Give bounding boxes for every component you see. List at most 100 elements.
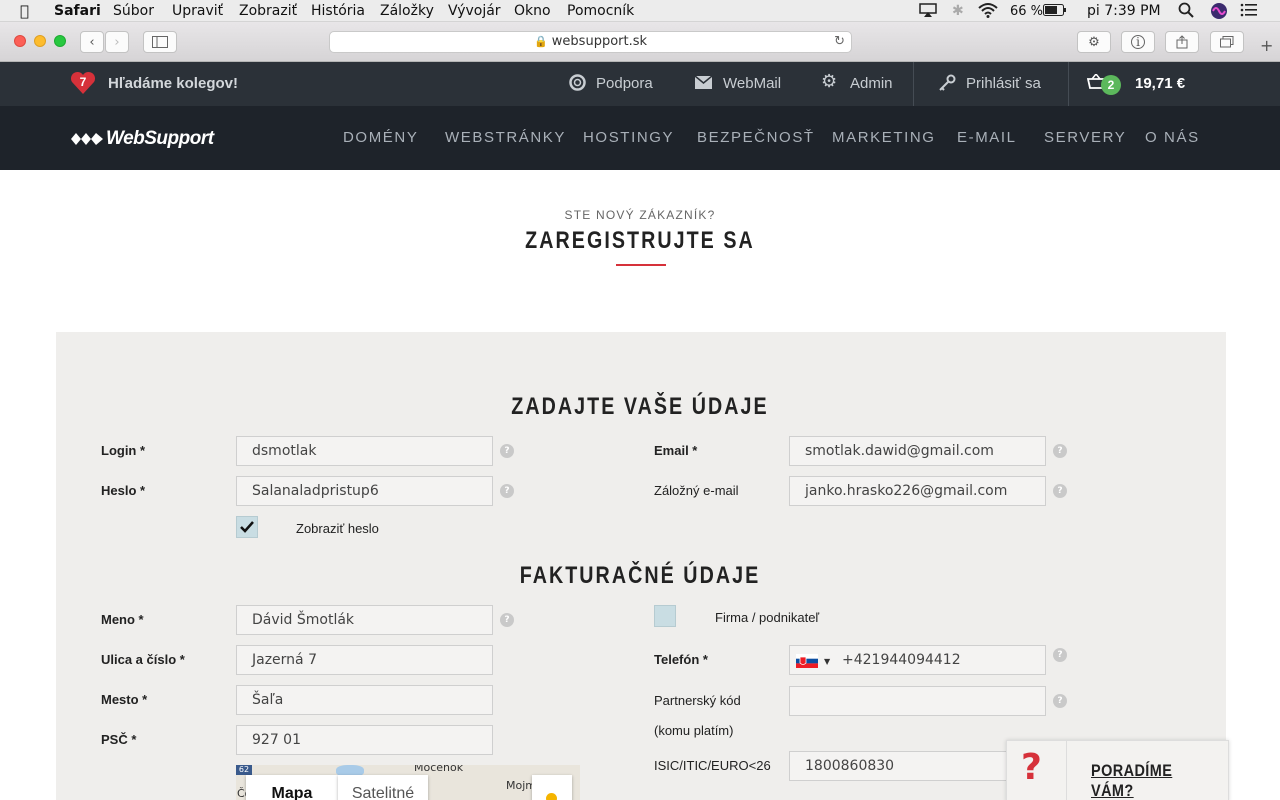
isic-label: ISIC/ITIC/EURO<26 bbox=[654, 758, 771, 773]
password-input[interactable]: Salanaladpristup6 bbox=[236, 476, 493, 506]
chevron-right-icon: › bbox=[114, 34, 120, 50]
menu-app-name[interactable]: Safari bbox=[54, 3, 101, 19]
websupport-logo[interactable]: WebSupport bbox=[70, 128, 214, 150]
backup-email-label: Záložný e-mail bbox=[654, 483, 739, 498]
backup-email-input[interactable]: janko.hrasko226@gmail.com bbox=[789, 476, 1046, 506]
menu-bookmarks[interactable]: Záložky bbox=[380, 3, 434, 19]
name-label: Meno * bbox=[101, 612, 144, 627]
nav-security[interactable]: BEZPEČNOSŤ bbox=[697, 129, 815, 146]
help-widget[interactable]: ? PORADÍME VÁM? bbox=[1006, 740, 1229, 800]
section-heading-billing: FAKTURAČNÉ ÚDAJE bbox=[519, 562, 761, 589]
nav-hosting[interactable]: HOSTINGY bbox=[583, 129, 674, 146]
logo-icon bbox=[71, 133, 103, 145]
nav-marketing[interactable]: MARKETING bbox=[832, 129, 936, 146]
map-pegman-button[interactable] bbox=[532, 775, 572, 800]
reload-icon[interactable]: ↻ bbox=[834, 32, 845, 52]
login-label: Login * bbox=[101, 443, 146, 458]
airplay-icon[interactable] bbox=[918, 2, 938, 22]
partner-code-sublabel: (komu platím) bbox=[654, 723, 734, 738]
help-icon[interactable]: ? bbox=[500, 444, 514, 458]
location-map[interactable]: 62 Čo Močenok Mojm Mapa Satelitné bbox=[236, 765, 580, 800]
street-label: Ulica a číslo * bbox=[101, 652, 185, 667]
company-label[interactable]: Firma / podnikateľ bbox=[715, 610, 819, 625]
extensions-button[interactable]: ⚙ bbox=[1077, 31, 1111, 53]
help-icon[interactable]: ? bbox=[1053, 694, 1067, 708]
divider bbox=[913, 62, 914, 106]
page-title: ZAREGISTRUJTE SA bbox=[525, 227, 755, 254]
bluetooth-icon[interactable]: ✱ bbox=[952, 3, 964, 19]
password-label: Heslo * bbox=[101, 483, 146, 498]
back-button[interactable]: ‹ bbox=[80, 31, 104, 53]
info-button[interactable]: i bbox=[1121, 31, 1155, 53]
company-checkbox[interactable] bbox=[654, 605, 676, 627]
show-password-checkbox[interactable] bbox=[236, 516, 258, 538]
lifebuoy-icon bbox=[569, 74, 586, 95]
share-icon bbox=[1176, 35, 1188, 49]
help-icon[interactable]: ? bbox=[500, 613, 514, 627]
admin-link[interactable]: Admin bbox=[850, 75, 893, 92]
spotlight-search-icon[interactable] bbox=[1178, 2, 1194, 22]
jobs-heart-badge[interactable]: 7 bbox=[70, 70, 96, 96]
minimize-window-button[interactable] bbox=[34, 35, 46, 47]
address-bar[interactable]: 🔒 websupport.sk ↻ bbox=[329, 31, 852, 53]
help-icon[interactable]: ? bbox=[1053, 648, 1067, 662]
pegman-icon bbox=[546, 793, 557, 800]
battery-icon[interactable] bbox=[1043, 4, 1067, 20]
close-window-button[interactable] bbox=[14, 35, 26, 47]
menu-help[interactable]: Pomocník bbox=[567, 3, 634, 19]
help-icon[interactable]: ? bbox=[1053, 444, 1067, 458]
title-underline bbox=[616, 264, 666, 266]
notification-center-icon[interactable] bbox=[1240, 2, 1258, 22]
jobs-link[interactable]: Hľadáme kolegov! bbox=[108, 75, 238, 92]
cart-count-badge: 2 bbox=[1101, 75, 1121, 95]
menu-file[interactable]: Súbor bbox=[113, 3, 154, 19]
nav-websites[interactable]: WEBSTRÁNKY bbox=[445, 129, 566, 146]
menu-develop[interactable]: Vývojár bbox=[448, 3, 501, 19]
map-tab-satellite[interactable]: Satelitné bbox=[338, 775, 428, 800]
tabs-overview-button[interactable] bbox=[1210, 31, 1244, 53]
webmail-link[interactable]: WebMail bbox=[723, 75, 781, 92]
partner-code-input[interactable] bbox=[789, 686, 1046, 716]
nav-about[interactable]: O NÁS bbox=[1145, 129, 1200, 146]
menu-edit[interactable]: Upraviť bbox=[172, 3, 223, 19]
partner-code-label: Partnerský kód bbox=[654, 693, 741, 708]
main-navigation: WebSupport DOMÉNY WEBSTRÁNKY HOSTINGY BE… bbox=[0, 106, 1280, 170]
wifi-icon[interactable] bbox=[978, 2, 998, 22]
help-widget-icon-box: ? bbox=[1007, 741, 1067, 800]
nav-domains[interactable]: DOMÉNY bbox=[343, 129, 418, 146]
street-input[interactable]: Jazerná 7 bbox=[236, 645, 493, 675]
help-widget-label[interactable]: PORADÍME VÁM? bbox=[1091, 761, 1207, 800]
section-heading-details: ZADAJTE VAŠE ÚDAJE bbox=[511, 393, 769, 420]
new-tab-icon[interactable]: + bbox=[1260, 36, 1273, 55]
help-icon[interactable]: ? bbox=[1053, 484, 1067, 498]
zip-input[interactable]: 927 01 bbox=[236, 725, 493, 755]
show-password-label[interactable]: Zobraziť heslo bbox=[296, 521, 379, 536]
country-code-select[interactable]: ▼ bbox=[796, 654, 836, 668]
map-tab-map[interactable]: Mapa bbox=[246, 775, 338, 800]
nav-servers[interactable]: SERVERY bbox=[1044, 129, 1126, 146]
menu-window[interactable]: Okno bbox=[514, 3, 551, 19]
nav-email[interactable]: E-MAIL bbox=[957, 129, 1017, 146]
zoom-window-button[interactable] bbox=[54, 35, 66, 47]
lock-icon: 🔒 bbox=[533, 35, 548, 48]
support-link[interactable]: Podpora bbox=[596, 75, 653, 92]
cart-total[interactable]: 19,71 € bbox=[1135, 75, 1185, 92]
menu-clock[interactable]: pi 7:39 PM bbox=[1087, 3, 1161, 19]
siri-icon[interactable] bbox=[1210, 2, 1228, 24]
name-input[interactable]: Dávid Šmotlák bbox=[236, 605, 493, 635]
forward-button[interactable]: › bbox=[105, 31, 129, 53]
help-icon[interactable]: ? bbox=[500, 484, 514, 498]
share-button[interactable] bbox=[1165, 31, 1199, 53]
phone-label: Telefón * bbox=[654, 652, 708, 667]
login-link[interactable]: Prihlásiť sa bbox=[966, 75, 1041, 92]
page-subtitle: STE NOVÝ ZÁKAZNÍK? bbox=[564, 208, 716, 222]
menu-view[interactable]: Zobraziť bbox=[239, 3, 297, 19]
city-input[interactable]: Šaľa bbox=[236, 685, 493, 715]
apple-icon[interactable]:  bbox=[20, 2, 29, 20]
login-input[interactable]: dsmotlak bbox=[236, 436, 493, 466]
chevron-down-icon: ▼ bbox=[824, 656, 831, 666]
email-input[interactable]: smotlak.dawid@gmail.com bbox=[789, 436, 1046, 466]
sidebar-toggle-button[interactable] bbox=[143, 31, 177, 53]
menu-history[interactable]: História bbox=[311, 3, 365, 19]
question-mark-icon: ? bbox=[1021, 747, 1042, 788]
